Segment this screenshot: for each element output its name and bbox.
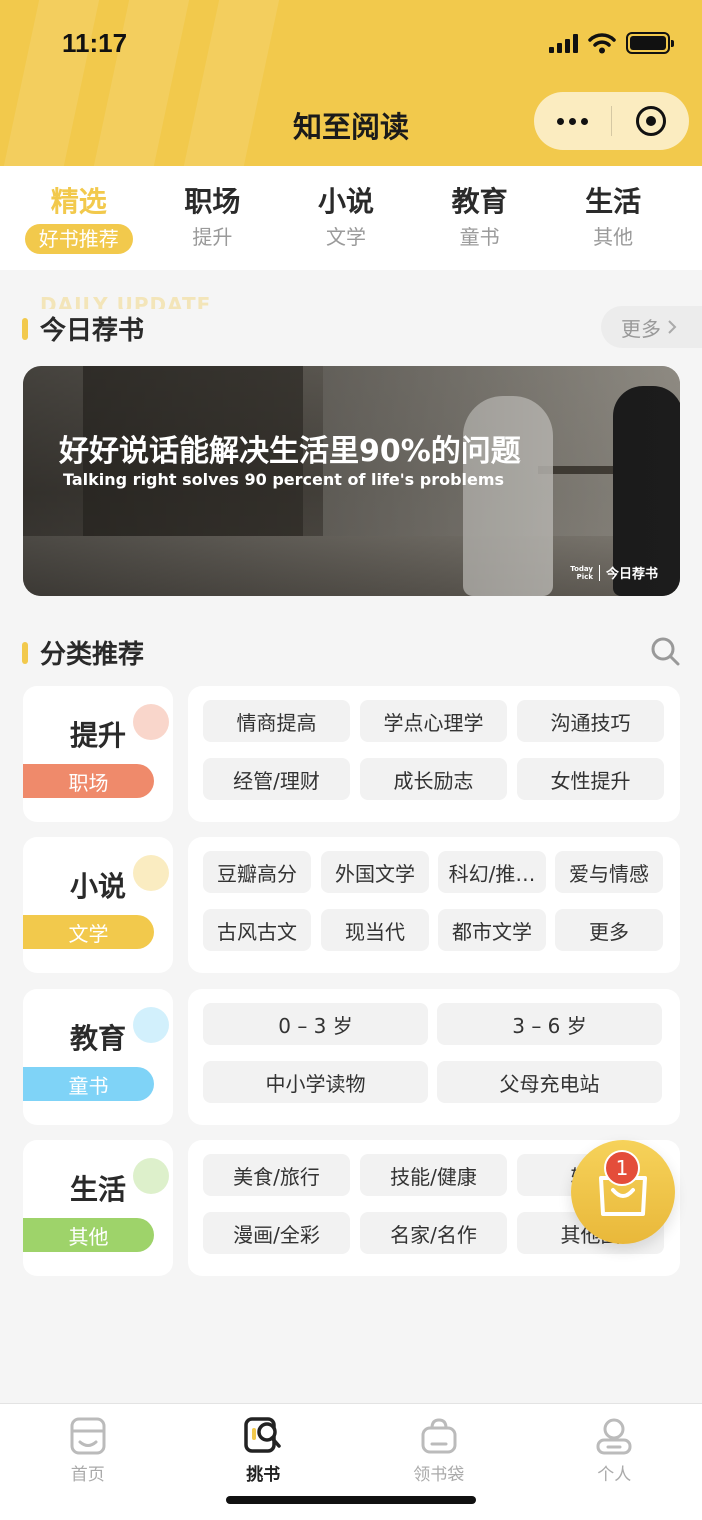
daily-pick-banner[interactable]: 好好说话能解决生活里90%的问题 Talking right solves 90… (23, 366, 680, 596)
tab-fiction[interactable]: 小说 文学 (279, 166, 413, 270)
mini-program-capsule (534, 92, 689, 150)
wifi-icon (588, 33, 616, 54)
profile-icon (596, 1418, 632, 1455)
nav-label: 领书袋 (413, 1465, 465, 1485)
nav-home[interactable]: 首页 (0, 1404, 176, 1520)
status-icons (549, 32, 674, 54)
category-chip[interactable]: 美食/旅行 (203, 1154, 350, 1196)
category-name: 小说 (69, 870, 126, 903)
tab-subtitle: 其他 (593, 225, 634, 249)
category-card-life[interactable]: 生活 其他 (23, 1140, 173, 1276)
section-title-text: 分类推荐 (40, 640, 145, 670)
tab-featured[interactable]: 精选 好书推荐 (12, 166, 146, 270)
more-label: 更多 (621, 316, 661, 341)
tab-life[interactable]: 生活 其他 (546, 166, 680, 270)
category-chips-fiction: 豆瓣高分 外国文学 科幻/推… 爱与情感 古风古文 现当代 都市文学 更多 (188, 837, 680, 973)
tab-subtitle: 文学 (325, 225, 366, 249)
category-chips-education: 0 – 3 岁 3 – 6 岁 中小学读物 父母充电站 (188, 989, 680, 1125)
chevron-right-icon (668, 320, 677, 334)
category-chip[interactable]: 0 – 3 岁 (203, 1003, 428, 1045)
category-card-career[interactable]: 提升 职场 (23, 686, 173, 822)
category-chip[interactable]: 科幻/推… (438, 851, 546, 893)
title-accent-bar (22, 317, 28, 340)
category-section-title: 分类推荐 (22, 634, 144, 671)
tab-subtitle: 好书推荐 (24, 224, 133, 254)
category-pill: 文学 (23, 915, 154, 949)
battery-icon (626, 32, 674, 54)
category-chip[interactable]: 沟通技巧 (517, 700, 664, 742)
tab-education[interactable]: 教育 童书 (413, 166, 547, 270)
category-chip[interactable]: 古风古文 (203, 909, 311, 951)
banner-tag-small: Pick (576, 572, 593, 581)
category-chip[interactable]: 女性提升 (517, 758, 664, 800)
category-chip[interactable]: 情商提高 (203, 700, 350, 742)
tab-title: 精选 (50, 185, 107, 218)
nav-label: 挑书 (246, 1465, 281, 1485)
category-pill: 童书 (23, 1067, 154, 1101)
book-bag-icon (421, 1418, 457, 1454)
category-chip[interactable]: 漫画/全彩 (203, 1212, 350, 1254)
category-chip[interactable]: 现当代 (321, 909, 429, 951)
home-indicator (226, 1496, 476, 1504)
signal-icon (549, 33, 578, 53)
banner-tag: Today Pick 今日荐书 (570, 563, 658, 582)
banner-tag-label: 今日荐书 (605, 567, 658, 582)
nav-label: 首页 (70, 1465, 105, 1485)
category-chip[interactable]: 外国文学 (321, 851, 429, 893)
cart-count-badge: 1 (604, 1150, 640, 1186)
home-icon (70, 1417, 106, 1455)
category-chip[interactable]: 3 – 6 岁 (437, 1003, 662, 1045)
category-pill: 其他 (23, 1218, 154, 1252)
category-chip[interactable]: 父母充电站 (437, 1061, 662, 1103)
category-name: 提升 (69, 719, 126, 752)
category-card-fiction[interactable]: 小说 文学 (23, 837, 173, 973)
close-mini-program-button[interactable] (612, 106, 689, 136)
category-chip[interactable]: 都市文学 (438, 909, 546, 951)
category-card-education[interactable]: 教育 童书 (23, 989, 173, 1125)
category-name: 教育 (69, 1022, 126, 1055)
more-options-button[interactable] (534, 117, 611, 125)
category-chip[interactable]: 豆瓣高分 (203, 851, 311, 893)
category-chip[interactable]: 经管/理财 (203, 758, 350, 800)
nav-profile[interactable]: 个人 (527, 1404, 702, 1520)
category-pill: 职场 (23, 764, 154, 798)
tab-subtitle: 提升 (192, 225, 233, 249)
category-chip[interactable]: 技能/健康 (360, 1154, 507, 1196)
category-chip[interactable]: 成长励志 (360, 758, 507, 800)
tab-career[interactable]: 职场 提升 (146, 166, 280, 270)
app-header: 11:17 知至阅读 (0, 0, 702, 166)
category-name: 生活 (69, 1173, 126, 1206)
category-chip[interactable]: 中小学读物 (203, 1061, 428, 1103)
tab-title: 小说 (317, 185, 374, 218)
tab-subtitle: 童书 (459, 225, 500, 249)
category-chip[interactable]: 爱与情感 (555, 851, 663, 893)
tab-title: 生活 (585, 185, 642, 218)
title-accent-bar (22, 641, 28, 664)
category-chips-career: 情商提高 学点心理学 沟通技巧 经管/理财 成长励志 女性提升 (188, 686, 680, 822)
banner-tag-small: Today (570, 564, 593, 573)
pick-book-icon (244, 1417, 281, 1453)
daily-update-watermark: DAILY UPDATE (40, 293, 212, 309)
category-chip[interactable]: 学点心理学 (360, 700, 507, 742)
banner-title: 好好说话能解决生活里90%的问题 (59, 434, 521, 469)
banner-subtitle: Talking right solves 90 percent of life'… (63, 470, 505, 489)
section-title-text: 今日荐书 (40, 316, 145, 346)
category-tabs: 精选 好书推荐 职场 提升 小说 文学 教育 童书 生活 其他 (0, 166, 702, 270)
target-icon (635, 106, 666, 136)
more-button[interactable]: 更多 (601, 306, 702, 348)
daily-section-title: 今日荐书 (22, 310, 144, 347)
more-chip[interactable]: 更多 (555, 909, 663, 951)
tab-title: 教育 (451, 185, 508, 218)
tab-title: 职场 (184, 185, 241, 218)
status-time: 11:17 (62, 28, 128, 58)
category-chip[interactable]: 名家/名作 (360, 1212, 507, 1254)
nav-label: 个人 (597, 1465, 632, 1485)
search-icon[interactable] (650, 636, 680, 666)
